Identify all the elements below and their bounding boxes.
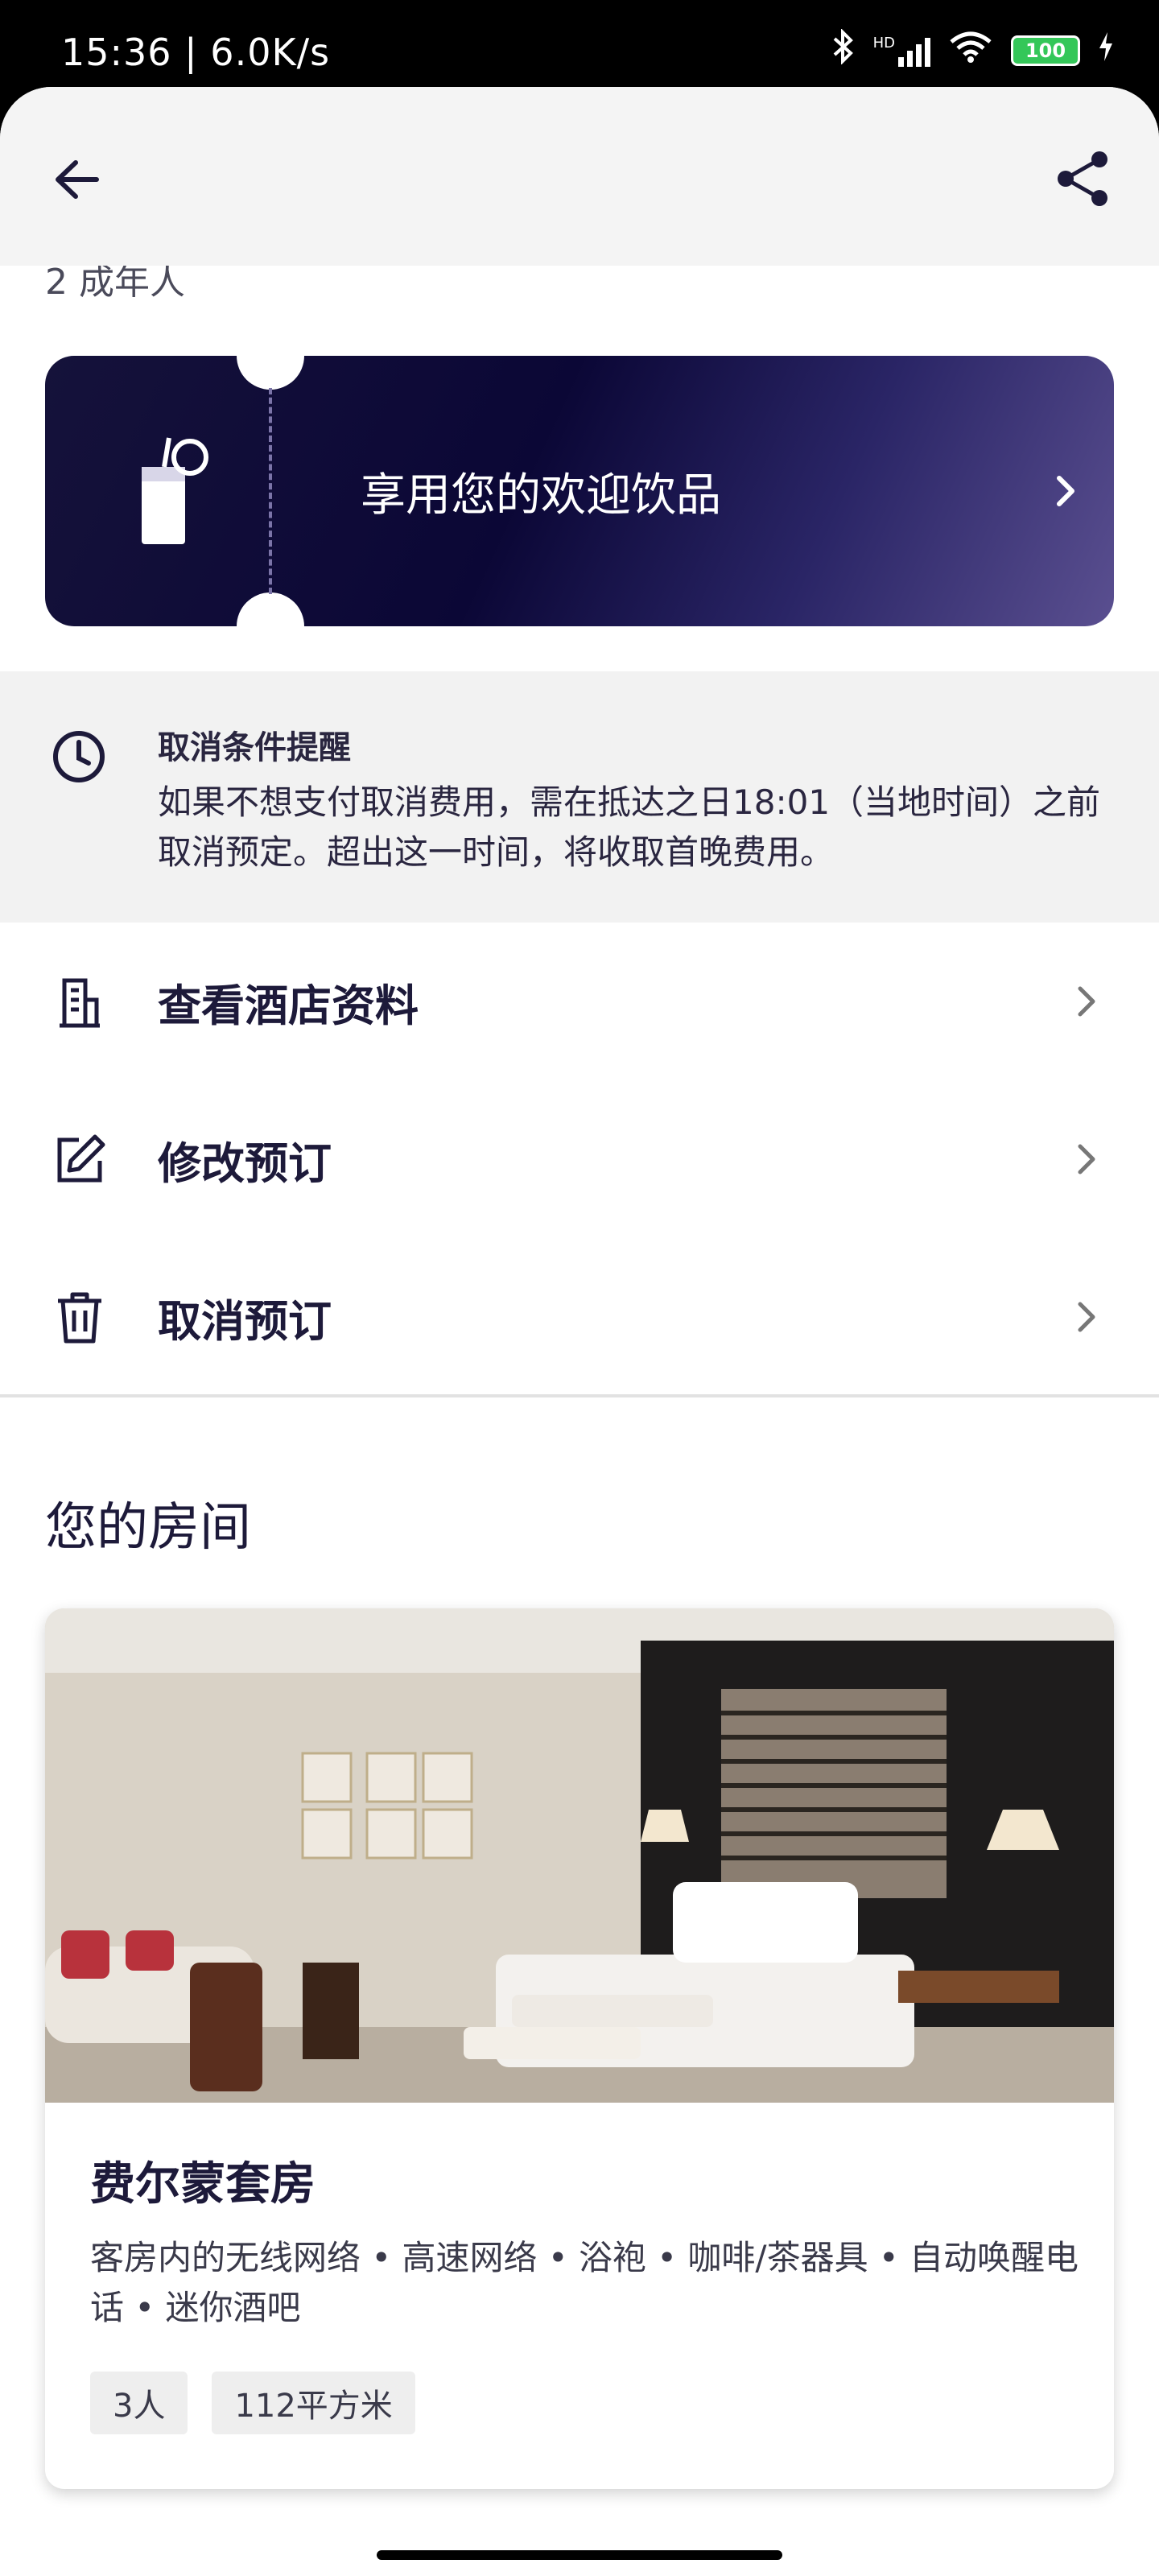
ticket-notch-bottom	[237, 592, 304, 660]
room-tags: 3人 112平方米	[90, 2372, 415, 2434]
room-size-tag: 112平方米	[212, 2372, 415, 2434]
room-capacity-tag: 3人	[90, 2372, 188, 2434]
bluetooth-icon	[831, 28, 856, 72]
rooms-section-title: 您的房间	[45, 1498, 251, 1558]
cancel-booking-label: 取消预订	[158, 1295, 332, 1347]
app-bar	[0, 87, 1159, 266]
back-button[interactable]	[48, 151, 105, 208]
room-amenities: 客房内的无线网络 • 高速网络 • 浴袍 • 咖啡/茶器具 • 自动唤醒电话 •…	[90, 2238, 1079, 2327]
notice-body: 如果不想支付取消费用，需在抵达之日18:01（当地时间）之前取消预定。超出这一时…	[158, 782, 1101, 872]
share-icon	[1058, 151, 1107, 206]
hotel-icon	[50, 972, 109, 1032]
welcome-drink-card[interactable]: 享用您的欢迎饮品	[45, 322, 1114, 660]
cancellation-notice: 取消条件提醒 如果不想支付取消费用，需在抵达之日18:01（当地时间）之前取消预…	[0, 671, 1159, 923]
ticket-notch-top	[237, 322, 304, 390]
modify-booking-label: 修改预订	[158, 1137, 332, 1189]
notice-title: 取消条件提醒	[158, 729, 351, 766]
chevron-right-icon	[1066, 1296, 1107, 1338]
room-photo	[45, 1608, 1114, 2103]
arrow-left-icon	[56, 160, 99, 199]
room-name: 费尔蒙套房	[90, 2158, 316, 2211]
trash-icon	[50, 1288, 109, 1348]
wifi-icon	[948, 31, 993, 71]
status-bar: 15:36 | 6.0K/s HD 100	[0, 0, 1159, 87]
welcome-drink-label: 享用您的欢迎饮品	[361, 469, 721, 522]
charging-icon	[1098, 31, 1114, 71]
room-card[interactable]: 费尔蒙套房 客房内的无线网络 • 高速网络 • 浴袍 • 咖啡/茶器具 • 自动…	[45, 1608, 1114, 2489]
signal-icon: HD	[873, 35, 930, 67]
chevron-right-icon	[1066, 1138, 1107, 1180]
drink-icon	[132, 435, 212, 547]
booking-detail-sheet: 2 成年人 享用您的欢迎饮品 取消条件提醒 如果不想支付取消费用，需在抵达之日1…	[0, 87, 1159, 2576]
modify-booking-row[interactable]: 修改预订	[0, 1080, 1159, 1238]
section-divider	[0, 1394, 1159, 1397]
network-type-label: HD	[872, 35, 895, 52]
status-icons: HD 100	[831, 28, 1114, 72]
chevron-right-icon	[1066, 980, 1107, 1022]
home-indicator[interactable]	[377, 2550, 782, 2560]
hotel-info-row[interactable]: 查看酒店资料	[0, 923, 1159, 1080]
chevron-right-icon	[1041, 467, 1090, 515]
edit-icon	[50, 1130, 109, 1190]
clock-icon	[50, 728, 108, 786]
hotel-info-label: 查看酒店资料	[158, 980, 419, 1031]
battery-indicator: 100	[1011, 35, 1080, 66]
status-time: 15:36 | 6.0K/s	[61, 31, 331, 74]
share-button[interactable]	[1053, 148, 1114, 209]
cancel-booking-row[interactable]: 取消预订	[0, 1238, 1159, 1396]
ticket-divider	[269, 388, 272, 594]
